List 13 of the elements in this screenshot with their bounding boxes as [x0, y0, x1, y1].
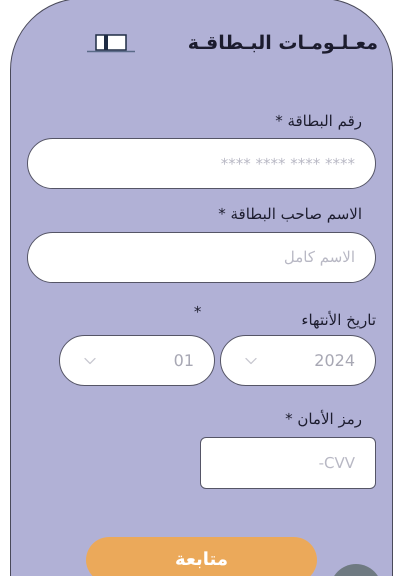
- field-label: الاسم صاحب البطاقة *: [217, 204, 362, 225]
- input-field[interactable]: الاسم كامل: [27, 232, 376, 282]
- field-label: رمز الأمان *: [284, 408, 362, 430]
- form-title: معـلـومـات البـطاقـة: [188, 31, 378, 56]
- dropdown-field[interactable]: 01: [59, 335, 215, 386]
- cvv-field[interactable]: -CVV: [200, 436, 376, 488]
- field-label: تاريخ الأنتهاء: [301, 310, 376, 331]
- required-mark: *: [194, 302, 202, 322]
- field-label: رقم البطاقة *: [274, 110, 362, 132]
- input-field[interactable]: **** **** **** ****: [27, 138, 376, 189]
- continue-button[interactable]: متابعة: [86, 536, 317, 576]
- card-icon: [87, 33, 135, 54]
- dropdown-field[interactable]: 2024: [220, 335, 376, 386]
